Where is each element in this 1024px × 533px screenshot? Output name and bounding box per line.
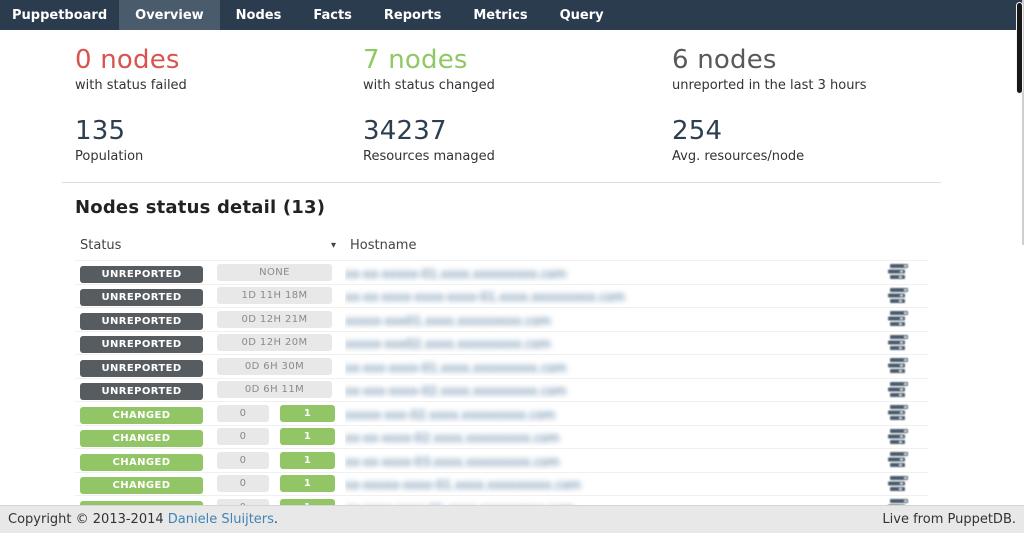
column-header-hostname: Hostname — [350, 238, 882, 253]
table-row: UNREPORTED 0D 12H 21M xxxxx-xxx01.xxxx.xxx… — [75, 307, 928, 331]
nodes-table: Status ▾ Hostname UNREPORTED NONE xx-xx-xx… — [75, 234, 928, 519]
status-badge: UNREPORTED — [80, 336, 203, 353]
stat-population-label: Population — [75, 149, 363, 164]
hostname-link[interactable]: xx-xx-xxxx-03.xxxx.xxxxxxxxx.com — [345, 455, 559, 469]
server-stack-icon[interactable] — [888, 382, 910, 398]
status-badge: UNREPORTED — [80, 313, 203, 330]
time-since-report-badge: 0D 12H 21M — [217, 311, 332, 328]
changed-count-badge: 1 — [280, 428, 335, 445]
status-badge: CHANGED — [80, 477, 203, 494]
tab-overview[interactable]: Overview — [119, 0, 220, 30]
navbar: Puppetboard Overview Nodes Facts Reports… — [0, 0, 1024, 30]
stat-avg-resources: 254 Avg. resources/node — [672, 115, 928, 164]
stat-unreported-label: unreported in the last 3 hours — [672, 78, 928, 93]
tab-metrics[interactable]: Metrics — [457, 0, 543, 30]
table-row: UNREPORTED 0D 6H 11M xx-xxx-xxxx-02.xxxx.x… — [75, 378, 928, 402]
server-stack-icon[interactable] — [888, 405, 910, 421]
stat-unreported-value: 6 nodes — [672, 44, 928, 76]
stat-failed-label: with status failed — [75, 78, 363, 93]
table-row: UNREPORTED 0D 12H 20M xxxxx-xxx02.xxxx.xxx… — [75, 331, 928, 355]
server-stack-icon[interactable] — [888, 429, 910, 445]
hostname-link[interactable]: xx-xxx-xxxx-01.xxxx.xxxxxxxxx.com — [345, 361, 567, 375]
status-badge: CHANGED — [80, 454, 203, 471]
stat-avg-resources-value: 254 — [672, 115, 928, 147]
stat-resources: 34237 Resources managed — [363, 115, 672, 164]
overview-stats: 0 nodes with status failed 7 nodes with … — [62, 30, 941, 183]
stat-failed: 0 nodes with status failed — [75, 44, 363, 93]
status-badge: UNREPORTED — [80, 360, 203, 377]
stat-resources-label: Resources managed — [363, 149, 672, 164]
hostname-link[interactable]: xx-xx-xxxx-xxxx-xxxx-01.xxxx.xxxxxxxxx.c… — [345, 290, 625, 304]
server-stack-icon[interactable] — [888, 476, 910, 492]
stat-unreported: 6 nodes unreported in the last 3 hours — [672, 44, 928, 93]
server-stack-icon[interactable] — [888, 264, 910, 280]
time-since-report-badge: 1D 11H 18M — [217, 287, 332, 304]
column-header-status: Status — [80, 238, 121, 253]
table-row: UNREPORTED 0D 6H 30M xx-xxx-xxxx-01.xxxx.x… — [75, 354, 928, 378]
tab-query[interactable]: Query — [544, 0, 620, 30]
changed-count-badge: 1 — [280, 405, 335, 422]
nodes-status-detail-section: Nodes status detail (13) Status ▾ Hostna… — [62, 183, 941, 519]
unchanged-count-badge: 0 — [217, 475, 269, 492]
time-since-report-badge: 0D 6H 30M — [217, 358, 332, 375]
footer-live-status: Live from PuppetDB. — [882, 512, 1016, 527]
stat-changed: 7 nodes with status changed — [363, 44, 672, 93]
table-row: UNREPORTED NONE xx-xx-xxxxx-01.xxxx.xxxxxx… — [75, 260, 928, 284]
status-badge: UNREPORTED — [80, 383, 203, 400]
copyright-text: Copyright © 2013-2014 — [8, 512, 164, 527]
unchanged-count-badge: 0 — [217, 405, 269, 422]
server-stack-icon[interactable] — [888, 335, 910, 351]
hostname-link[interactable]: xxxxx-xxx02.xxxx.xxxxxxxxx.com — [345, 337, 551, 351]
stat-failed-value: 0 nodes — [75, 44, 363, 76]
section-heading: Nodes status detail (13) — [75, 197, 928, 218]
status-badge: CHANGED — [80, 407, 203, 424]
stat-resources-value: 34237 — [363, 115, 672, 147]
time-since-report-badge: 0D 6H 11M — [217, 381, 332, 398]
time-since-report-badge: NONE — [217, 264, 332, 281]
nodes-table-header: Status ▾ Hostname — [75, 234, 928, 260]
unchanged-count-badge: 0 — [217, 452, 269, 469]
table-row: CHANGED 01 xx-xx-xxxx-03.xxxx.xxxxxxxxx.co… — [75, 448, 928, 472]
status-badge: CHANGED — [80, 430, 203, 447]
footer: Copyright © 2013-2014 Daniele Sluijters.… — [0, 505, 1024, 533]
hostname-link[interactable]: xxxxx-xxx-02.xxxx.xxxxxxxxx.com — [345, 408, 555, 422]
table-row: CHANGED 01 xx-xx-xxxx-02.xxxx.xxxxxxxxx.co… — [75, 425, 928, 449]
tab-reports[interactable]: Reports — [368, 0, 457, 30]
brand-puppetboard[interactable]: Puppetboard — [0, 0, 119, 30]
table-row: CHANGED 01 xx-xxxxx-xxxx-01.xxxx.xxxxxxxxx… — [75, 472, 928, 496]
footer-copyright: Copyright © 2013-2014 Daniele Sluijters. — [8, 512, 278, 527]
stat-population-value: 135 — [75, 115, 363, 147]
server-stack-icon[interactable] — [888, 288, 910, 304]
hostname-link[interactable]: xx-xxx-xxxx-02.xxxx.xxxxxxxxx.com — [345, 384, 567, 398]
changed-count-badge: 1 — [280, 475, 335, 492]
tab-nodes[interactable]: Nodes — [220, 0, 298, 30]
time-since-report-badge: 0D 12H 20M — [217, 334, 332, 351]
stat-avg-resources-label: Avg. resources/node — [672, 149, 928, 164]
main-content: 0 nodes with status failed 7 nodes with … — [62, 30, 941, 519]
copyright-period: . — [274, 512, 278, 527]
unchanged-count-badge: 0 — [217, 428, 269, 445]
table-row: UNREPORTED 1D 11H 18M xx-xx-xxxx-xxxx-xxxx… — [75, 284, 928, 308]
stat-changed-label: with status changed — [363, 78, 672, 93]
hostname-link[interactable]: xx-xx-xxxxx-01.xxxx.xxxxxxxxx.com — [345, 267, 567, 281]
hostname-link[interactable]: xx-xx-xxxx-02.xxxx.xxxxxxxxx.com — [345, 431, 559, 445]
server-stack-icon[interactable] — [888, 358, 910, 374]
hostname-link[interactable]: xxxxx-xxx01.xxxx.xxxxxxxxx.com — [345, 314, 551, 328]
status-badge: UNREPORTED — [80, 266, 203, 283]
status-badge: UNREPORTED — [80, 289, 203, 306]
server-stack-icon[interactable] — [888, 311, 910, 327]
hostname-link[interactable]: xx-xxxxx-xxxx-01.xxxx.xxxxxxxxx.com — [345, 478, 581, 492]
scrollbar-thumb[interactable] — [1016, 2, 1023, 94]
stat-population: 135 Population — [75, 115, 363, 164]
author-link[interactable]: Daniele Sluijters — [168, 512, 274, 527]
status-sort-caret-icon[interactable]: ▾ — [331, 240, 336, 251]
server-stack-icon[interactable] — [888, 452, 910, 468]
nodes-table-body: UNREPORTED NONE xx-xx-xxxxx-01.xxxx.xxxxxx… — [75, 260, 928, 519]
stat-changed-value: 7 nodes — [363, 44, 672, 76]
tab-facts[interactable]: Facts — [297, 0, 368, 30]
changed-count-badge: 1 — [280, 452, 335, 469]
table-row: CHANGED 01 xxxxx-xxx-02.xxxx.xxxxxxxxx.com — [75, 401, 928, 425]
